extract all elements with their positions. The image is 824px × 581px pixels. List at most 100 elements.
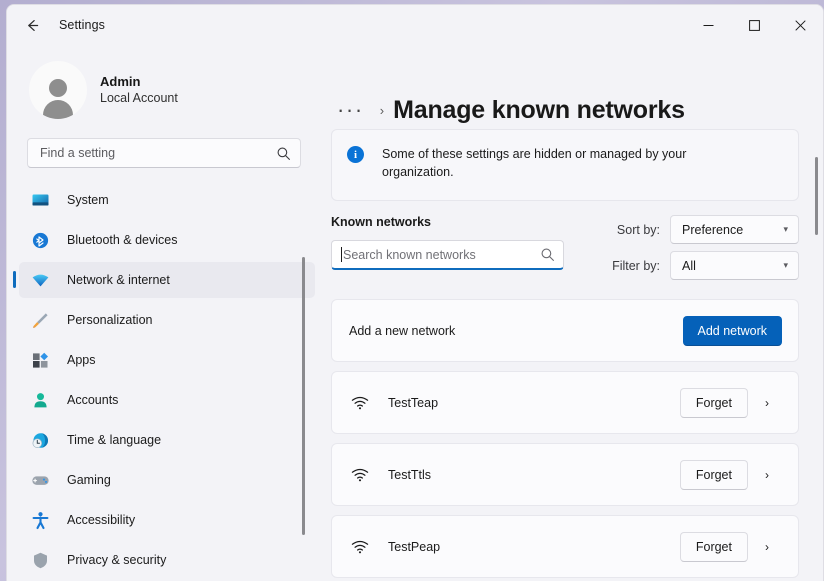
table-row[interactable]: TestTtls Forget › [331,443,799,506]
wifi-icon [349,540,371,554]
sidebar-item-time-language[interactable]: Time & language [19,422,315,458]
account-name: Admin [100,73,178,91]
sidebar-item-label: Time & language [67,433,161,447]
minimize-button[interactable] [685,5,731,45]
known-networks-heading: Known networks [331,215,603,229]
wifi-icon [29,270,51,290]
bluetooth-icon [29,230,51,250]
info-banner: i Some of these settings are hidden or m… [331,129,799,201]
clock-globe-icon [29,430,51,450]
breadcrumb-separator-icon: › [371,103,393,118]
sidebar-item-label: Network & internet [67,273,170,287]
table-row[interactable]: TestTeap Forget › [331,371,799,434]
chevron-right-icon[interactable]: › [752,388,782,418]
forget-button[interactable]: Forget [680,388,748,418]
filter-by-label: Filter by: [612,259,660,273]
accessibility-icon [29,510,51,530]
chevron-right-icon[interactable]: › [752,532,782,562]
title-bar: Settings [7,5,823,45]
sidebar-item-accounts[interactable]: Accounts [19,382,315,418]
sidebar-scrollbar[interactable] [302,257,305,535]
known-networks-controls: Known networks Sort by: [331,215,799,287]
monitor-icon [29,190,51,210]
chevron-down-icon: ▾ [783,224,788,235]
sidebar-item-network-internet[interactable]: Network & internet [19,262,315,298]
sidebar-item-label: Accounts [67,393,118,407]
back-arrow-icon [24,17,41,34]
known-networks-right: Sort by: Preference ▾ Filter by: All ▾ [603,215,799,287]
sort-by-label: Sort by: [617,223,660,237]
account-subtitle: Local Account [100,90,178,107]
known-networks-left: Known networks [331,215,603,270]
sidebar-item-accessibility[interactable]: Accessibility [19,502,315,538]
wifi-icon [349,396,371,410]
sidebar-item-label: Apps [67,353,96,367]
breadcrumb-overflow-button[interactable]: ··· [330,97,371,123]
pane-content: i Some of these settings are hidden or m… [321,129,823,581]
window-body: Admin Local Account [7,45,823,581]
close-button[interactable] [777,5,823,45]
search-known-networks-box[interactable] [331,240,564,270]
sidebar-item-label: Gaming [67,473,111,487]
filter-by-value: All [682,259,696,273]
find-a-setting-box[interactable] [27,138,301,168]
main-scrollbar[interactable] [815,157,818,235]
sort-by-row: Sort by: Preference ▾ [603,215,799,244]
gamepad-icon [29,470,51,490]
breadcrumb: ··· › Manage known networks [321,45,823,129]
search-icon [276,146,291,161]
info-icon: i [347,146,364,163]
network-name: TestTtls [388,468,680,482]
apps-grid-icon [29,350,51,370]
person-avatar-icon [36,75,80,119]
info-banner-text: Some of these settings are hidden or man… [382,145,742,185]
avatar [29,61,87,119]
back-button[interactable] [15,10,49,40]
sidebar-item-apps[interactable]: Apps [19,342,315,378]
accounts-icon [29,390,51,410]
search-input[interactable] [40,146,276,160]
maximize-button[interactable] [731,5,777,45]
window-controls [685,5,823,45]
sidebar-item-label: Privacy & security [67,553,166,567]
account-text: Admin Local Account [100,73,178,107]
sidebar-item-label: Accessibility [67,513,135,527]
forget-button[interactable]: Forget [680,532,748,562]
main-pane: ··· › Manage known networks i Some of th… [321,45,823,581]
settings-window: Settings [6,4,824,581]
paintbrush-icon [29,310,51,330]
network-name: TestTeap [388,396,680,410]
table-row[interactable]: TestPeap Forget › [331,515,799,578]
sidebar-item-label: System [67,193,109,207]
chevron-down-icon: ▾ [783,260,788,271]
sidebar-item-label: Personalization [67,313,152,327]
sort-by-dropdown[interactable]: Preference ▾ [670,215,799,244]
filter-by-dropdown[interactable]: All ▾ [670,251,799,280]
sidebar-item-system[interactable]: System [19,182,315,218]
text-caret [341,247,342,262]
maximize-icon [749,20,760,31]
close-icon [795,20,806,31]
filter-by-row: Filter by: All ▾ [603,251,799,280]
sidebar-item-bluetooth-devices[interactable]: Bluetooth & devices [19,222,315,258]
add-network-card: Add a new network Add network [331,299,799,362]
navigation-list: System Bluetooth & devices [7,182,321,578]
shield-icon [29,550,51,570]
sidebar-item-gaming[interactable]: Gaming [19,462,315,498]
add-network-button[interactable]: Add network [683,316,782,346]
chevron-right-icon[interactable]: › [752,460,782,490]
sidebar-item-personalization[interactable]: Personalization [19,302,315,338]
network-cards: Add a new network Add network [331,299,799,581]
search-known-networks-input[interactable] [343,248,540,262]
add-network-label: Add a new network [349,324,683,338]
sort-by-value: Preference [682,223,743,237]
wifi-icon [349,468,371,482]
network-name: TestPeap [388,540,680,554]
sidebar: Admin Local Account [7,45,321,581]
forget-button[interactable]: Forget [680,460,748,490]
sidebar-item-privacy-security[interactable]: Privacy & security [19,542,315,578]
search-icon [540,247,555,262]
window-title: Settings [59,18,105,32]
sidebar-item-label: Bluetooth & devices [67,233,178,247]
account-block[interactable]: Admin Local Account [7,45,321,119]
